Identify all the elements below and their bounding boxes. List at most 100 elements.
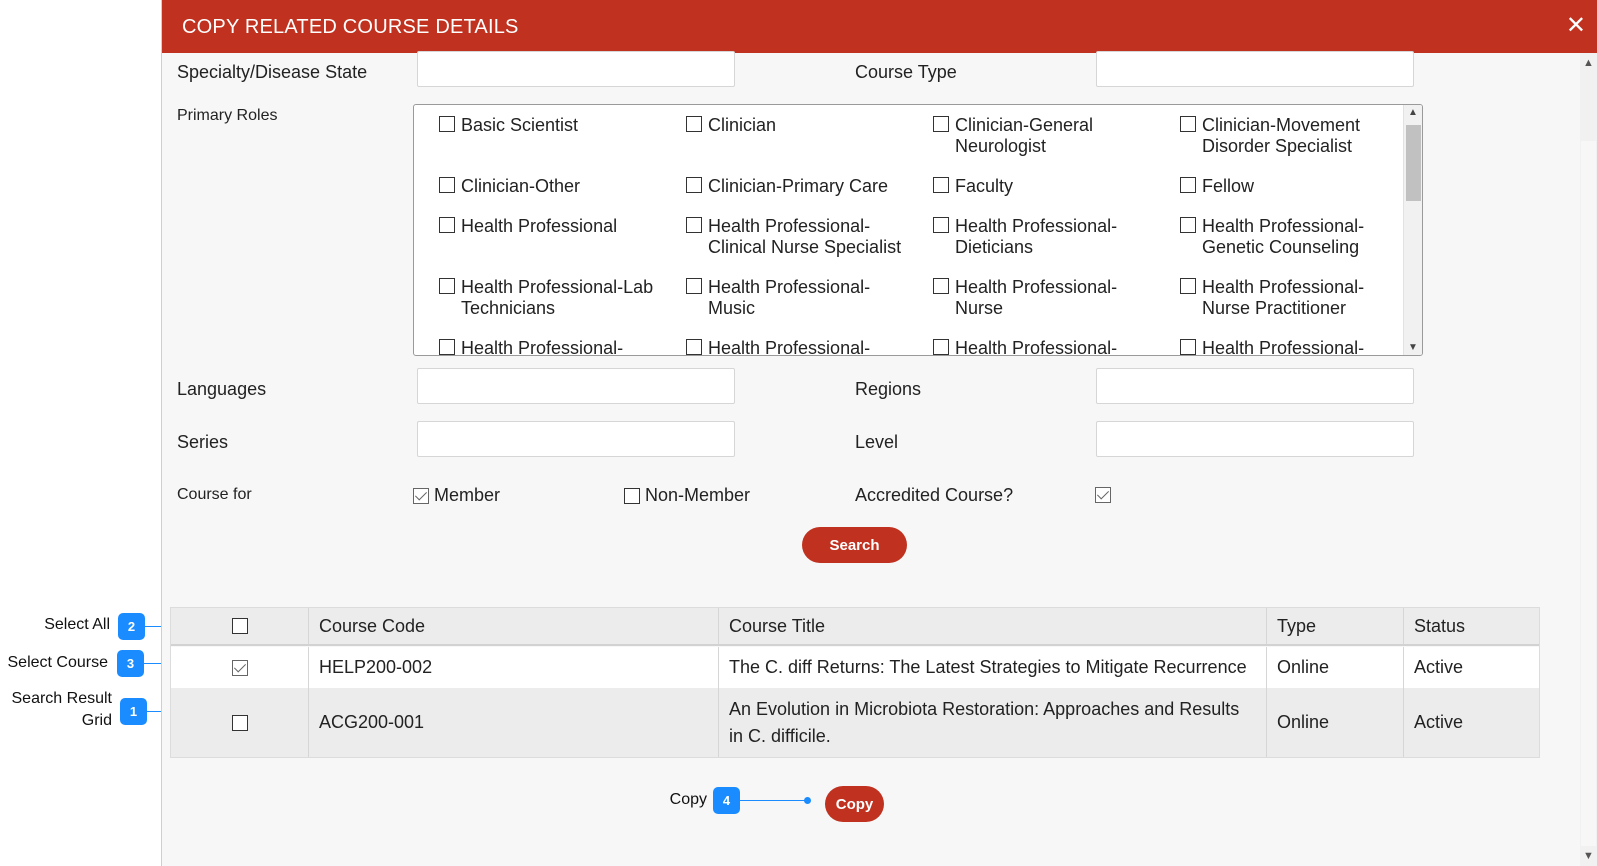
role-label-line2: Neurologist xyxy=(955,136,1047,156)
role-label: Health Professional- xyxy=(461,338,676,355)
role-label-line2: Genetic Counseling xyxy=(1202,237,1360,257)
role-label: Health Professional- Genetic Counseling xyxy=(1202,216,1417,258)
callout-label-search-result-line1: Search Result xyxy=(11,690,113,707)
languages-input[interactable] xyxy=(417,368,735,404)
search-button[interactable]: Search xyxy=(802,527,907,563)
callout-label-select-all: Select All xyxy=(44,616,110,633)
select-course-checkbox[interactable] xyxy=(231,659,248,676)
scroll-down-icon[interactable]: ▼ xyxy=(1583,850,1594,862)
role-checkbox[interactable] xyxy=(439,278,455,294)
search-result-grid: Course Code Course Title Type Status HEL… xyxy=(170,607,1540,758)
course-type-label: Course Type xyxy=(855,62,957,82)
row-course-title: An Evolution in Microbiota Restoration: … xyxy=(719,688,1267,757)
accredited-checkbox[interactable] xyxy=(1095,487,1111,503)
select-course-checkbox[interactable] xyxy=(231,714,248,731)
modal-title: COPY RELATED COURSE DETAILS xyxy=(182,16,519,38)
table-row[interactable]: HELP200-002 The C. diff Returns: The Lat… xyxy=(171,647,1539,688)
role-checkbox[interactable] xyxy=(1180,278,1196,294)
course-type-input[interactable] xyxy=(1096,51,1414,87)
role-checkbox[interactable] xyxy=(1180,339,1196,355)
role-label: Faculty xyxy=(955,176,1170,197)
level-input[interactable] xyxy=(1096,421,1414,457)
select-all-checkbox[interactable] xyxy=(231,618,248,634)
role-label: Clinician-Other xyxy=(461,176,676,197)
regions-label: Regions xyxy=(855,379,922,399)
callout-label-copy: Copy xyxy=(669,791,707,808)
primary-roles-list: ▲ ▼ Basic Scientist Clinician Clinician-Ge… xyxy=(413,104,1423,356)
table-row[interactable]: ACG200-001 An Evolution in Microbiota Re… xyxy=(171,688,1539,757)
grid-header-row: Course Code Course Title Type Status xyxy=(171,608,1539,646)
role-checkbox[interactable] xyxy=(1180,217,1196,233)
role-checkbox[interactable] xyxy=(933,339,949,355)
specialty-input[interactable] xyxy=(417,51,735,87)
level-label: Level xyxy=(855,432,899,452)
role-label: Health Professional-Lab Technicians xyxy=(461,277,676,319)
grid-header-type[interactable]: Type xyxy=(1267,608,1404,644)
role-label-line1: Clinician-Primary Care xyxy=(708,176,889,196)
role-checkbox[interactable] xyxy=(933,278,949,294)
role-label-line2: Disorder Specialist xyxy=(1202,136,1353,156)
role-label: Health Professional- xyxy=(1202,338,1417,355)
role-checkbox[interactable] xyxy=(933,116,949,132)
role-label-line1: Fellow xyxy=(1202,176,1255,196)
primary-roles-label: Primary Roles xyxy=(177,107,278,124)
role-checkbox[interactable] xyxy=(933,177,949,193)
role-checkbox[interactable] xyxy=(439,339,455,355)
role-checkbox[interactable] xyxy=(686,339,702,355)
role-checkbox[interactable] xyxy=(933,217,949,233)
row-select-cell xyxy=(171,647,309,688)
close-icon[interactable]: ✕ xyxy=(1566,14,1586,38)
role-label-line1: Basic Scientist xyxy=(461,115,579,135)
member-checkbox[interactable] xyxy=(413,487,429,504)
role-checkbox[interactable] xyxy=(439,177,455,193)
callout-badge-select-course: 3 xyxy=(117,650,144,677)
role-label: Health Professional- Dieticians xyxy=(955,216,1170,258)
role-label-line1: Health Professional xyxy=(461,216,618,236)
role-label-line2: Music xyxy=(708,298,756,318)
role-label-line1: Health Professional- xyxy=(955,338,1118,356)
accredited-label: Accredited Course? xyxy=(855,485,1014,505)
role-label: Health Professional- xyxy=(955,338,1170,356)
row-select-cell xyxy=(171,688,309,757)
role-checkbox[interactable] xyxy=(686,278,702,294)
role-label-line1: Health Professional- xyxy=(1202,277,1365,297)
role-checkbox[interactable] xyxy=(686,116,702,132)
role-label-line1: Health Professional- xyxy=(955,216,1118,236)
modal-scrollbar-thumb[interactable] xyxy=(1581,141,1596,846)
role-label-line1: Health Professional- xyxy=(708,277,871,297)
copy-button[interactable]: Copy xyxy=(825,786,884,822)
series-label: Series xyxy=(177,432,229,452)
callout-label-select-course: Select Course xyxy=(7,654,109,671)
grid-header-course-code[interactable]: Course Code xyxy=(309,608,719,644)
role-label: Health Professional- Nurse Practitioner xyxy=(1202,277,1417,319)
row-course-title: The C. diff Returns: The Latest Strategi… xyxy=(719,647,1267,688)
role-checkbox[interactable] xyxy=(1180,177,1196,193)
callout-badge-select-all: 2 xyxy=(118,613,145,640)
non-member-checkbox[interactable] xyxy=(624,487,640,504)
role-checkbox[interactable] xyxy=(686,217,702,233)
role-label-line2: Technicians xyxy=(461,298,556,318)
role-checkbox[interactable] xyxy=(1180,116,1196,132)
non-member-option[interactable]: Non-Member xyxy=(624,485,750,506)
role-label-line1: Faculty xyxy=(955,176,1014,196)
modal-scrollbar[interactable]: ▲ ▼ xyxy=(1580,53,1597,866)
role-checkbox[interactable] xyxy=(686,177,702,193)
member-option[interactable]: Member xyxy=(413,485,500,506)
row-status: Active xyxy=(1414,712,1464,732)
scroll-up-icon[interactable]: ▲ xyxy=(1583,57,1594,69)
role-label: Fellow xyxy=(1202,176,1417,197)
callout-label-search-result-line2: Grid xyxy=(81,712,112,729)
role-label-line1: Health Professional-Lab xyxy=(461,277,654,297)
role-checkbox[interactable] xyxy=(439,217,455,233)
grid-header-status[interactable]: Status xyxy=(1404,608,1539,644)
role-label: Clinician-General Neurologist xyxy=(955,115,1170,157)
regions-input[interactable] xyxy=(1096,368,1414,404)
role-label-line1: Health Professional- xyxy=(955,277,1118,297)
role-label: Clinician-Primary Care xyxy=(708,176,923,197)
series-input[interactable] xyxy=(417,421,735,457)
role-label-line1: Health Professional- xyxy=(708,338,871,356)
grid-header-course-title[interactable]: Course Title xyxy=(719,608,1267,644)
role-label: Health Professional- Clinical Nurse Speci… xyxy=(708,216,923,258)
role-checkbox[interactable] xyxy=(439,116,455,132)
role-label-line1: Health Professional- xyxy=(708,216,871,236)
